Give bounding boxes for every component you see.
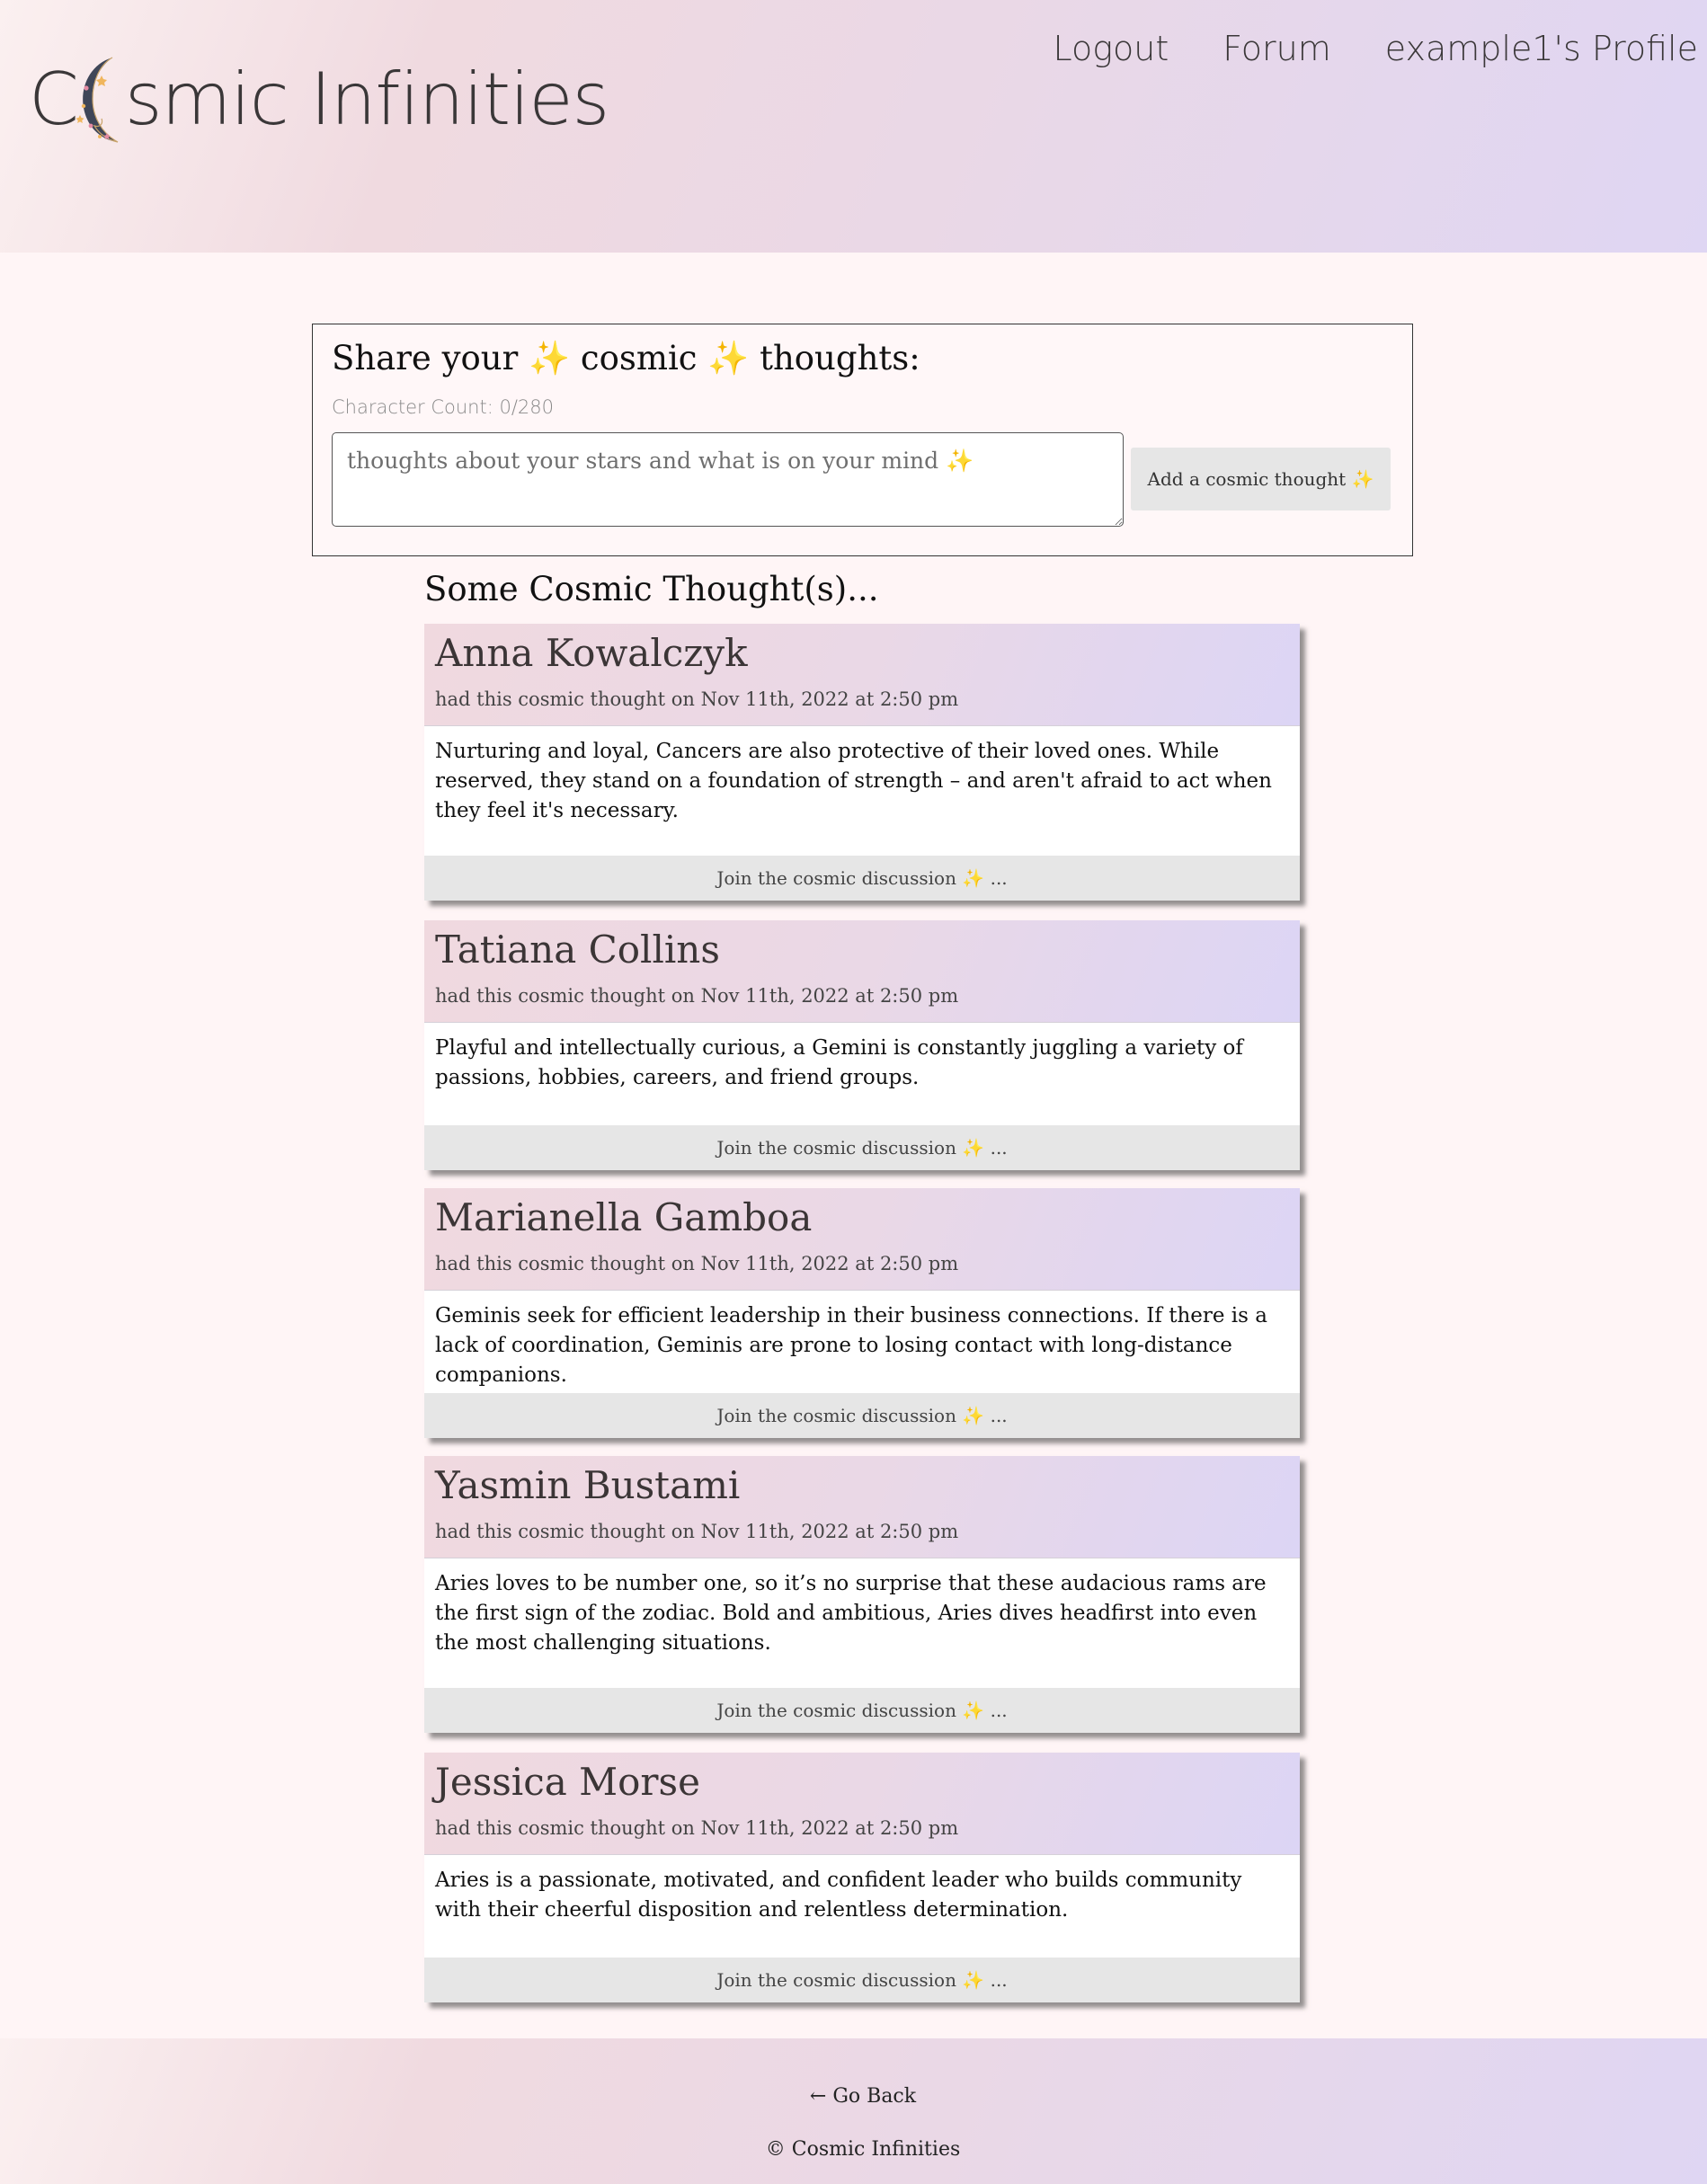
card-header: Yasmin Bustami had this cosmic thought o… [424, 1456, 1300, 1558]
post-body: Geminis seek for efficient leadership in… [435, 1304, 1267, 1387]
author-name: Anna Kowalczyk [435, 631, 748, 675]
thought-composer: Share your ✨ cosmic ✨ thoughts: Characte… [312, 324, 1413, 556]
thought-input[interactable] [332, 432, 1124, 527]
composer-title: Share your ✨ cosmic ✨ thoughts: [332, 339, 920, 377]
card-header: Marianella Gamboa had this cosmic though… [424, 1188, 1300, 1291]
join-discussion-button[interactable]: Join the cosmic discussion ✨ ... [424, 1393, 1300, 1438]
card-header: Tatiana Collins had this cosmic thought … [424, 920, 1300, 1023]
go-back-link[interactable]: ← Go Back [0, 2085, 1707, 2108]
thought-card: Marianella Gamboa had this cosmic though… [424, 1188, 1300, 1438]
post-timestamp: had this cosmic thought on Nov 11th, 202… [435, 688, 959, 711]
thought-card: Tatiana Collins had this cosmic thought … [424, 920, 1300, 1170]
thought-card: Jessica Morse had this cosmic thought on… [424, 1753, 1300, 2002]
card-header: Jessica Morse had this cosmic thought on… [424, 1753, 1300, 1855]
post-timestamp: had this cosmic thought on Nov 11th, 202… [435, 1817, 959, 1840]
logo-prefix: C [29, 57, 79, 141]
join-discussion-button[interactable]: Join the cosmic discussion ✨ ... [424, 1958, 1300, 2002]
post-body: Aries is a passionate, motivated, and co… [435, 1869, 1242, 1922]
post-body: Aries loves to be number one, so it’s no… [435, 1572, 1267, 1655]
feed-title: Some Cosmic Thought(s)... [424, 570, 879, 608]
post-timestamp: had this cosmic thought on Nov 11th, 202… [435, 1521, 959, 1543]
site-header: C smic Infinities Logout Forum example1'… [0, 0, 1707, 253]
post-body: Playful and intellectually curious, a Ge… [435, 1036, 1243, 1089]
thought-card: Yasmin Bustami had this cosmic thought o… [424, 1456, 1300, 1733]
thought-card: Anna Kowalczyk had this cosmic thought o… [424, 624, 1300, 901]
card-header: Anna Kowalczyk had this cosmic thought o… [424, 624, 1300, 726]
join-discussion-button[interactable]: Join the cosmic discussion ✨ ... [424, 856, 1300, 901]
join-discussion-button[interactable]: Join the cosmic discussion ✨ ... [424, 1125, 1300, 1170]
author-name: Marianella Gamboa [435, 1195, 813, 1239]
author-name: Jessica Morse [435, 1760, 700, 1804]
nav-profile-link[interactable]: example1's Profile [1385, 29, 1698, 68]
copyright-text: © Cosmic Infinities [765, 2138, 961, 2161]
logo-suffix: smic Infinities [124, 57, 609, 141]
character-count: Character Count: 0/280 [332, 396, 554, 418]
nav-forum-link[interactable]: Forum [1222, 29, 1330, 68]
site-footer: ← Go Back © Cosmic Infinities [0, 2038, 1707, 2184]
crescent-moon-icon [76, 57, 119, 143]
main-nav: Logout Forum example1's Profile [1054, 29, 1699, 68]
post-timestamp: had this cosmic thought on Nov 11th, 202… [435, 1253, 959, 1275]
nav-logout-link[interactable]: Logout [1054, 29, 1169, 68]
join-discussion-button[interactable]: Join the cosmic discussion ✨ ... [424, 1688, 1300, 1733]
author-name: Tatiana Collins [435, 928, 720, 972]
site-logo[interactable]: C smic Infinities [29, 52, 609, 146]
post-timestamp: had this cosmic thought on Nov 11th, 202… [435, 985, 959, 1008]
post-body: Nurturing and loyal, Cancers are also pr… [435, 740, 1272, 822]
author-name: Yasmin Bustami [435, 1463, 741, 1507]
add-thought-button[interactable]: Add a cosmic thought ✨ [1131, 448, 1391, 510]
